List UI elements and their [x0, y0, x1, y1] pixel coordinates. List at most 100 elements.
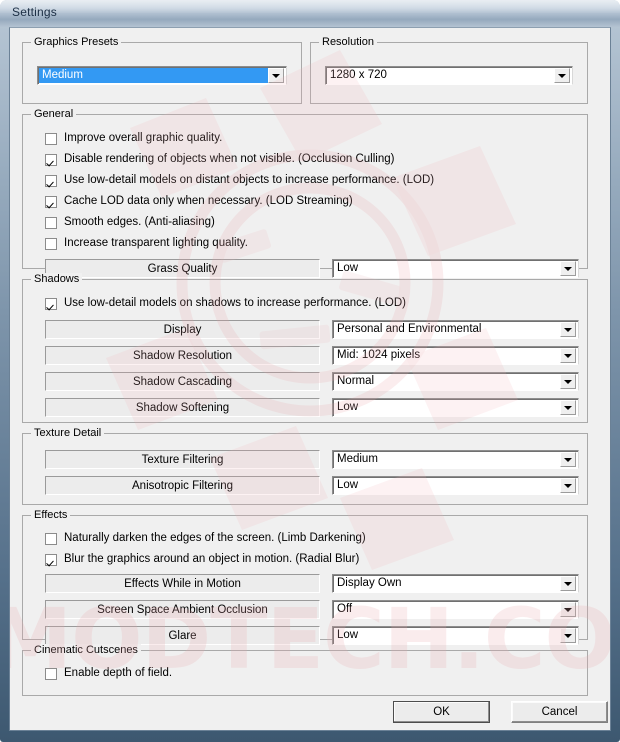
group-title-texture-detail: Texture Detail — [31, 427, 105, 439]
checkbox-shadow-lod[interactable] — [45, 297, 57, 310]
shadow-softening-value: Low — [337, 401, 359, 413]
checkbox-label: Improve overall graphic quality. — [64, 132, 223, 144]
grass-quality-combo[interactable]: Low — [332, 259, 579, 278]
shadow-display-combo[interactable]: Personal and Environmental — [332, 320, 579, 339]
option-label-glare: Glare — [45, 626, 320, 645]
shadow-cascading-combo[interactable]: Normal — [332, 372, 579, 391]
checkbox-label: Naturally darken the edges of the screen… — [64, 532, 366, 544]
chevron-down-icon[interactable] — [560, 348, 576, 363]
texture-filtering-value: Medium — [337, 453, 378, 465]
checkbox-label: Increase transparent lighting quality. — [64, 237, 248, 249]
resolution-combo[interactable]: 1280 x 720 — [325, 66, 573, 85]
shadow-softening-combo[interactable]: Low — [332, 398, 579, 417]
chevron-down-icon[interactable] — [560, 374, 576, 389]
resolution-value: 1280 x 720 — [330, 69, 387, 81]
shadow-display-value: Personal and Environmental — [337, 323, 482, 335]
group-cinematic-cutscenes: Cinematic Cutscenes Enable depth of fiel… — [22, 644, 588, 696]
option-label-shadow-resolution: Shadow Resolution — [45, 346, 320, 365]
anisotropic-filtering-combo[interactable]: Low — [332, 476, 579, 495]
checkbox-label: Enable depth of field. — [64, 667, 173, 679]
texture-filtering-combo[interactable]: Medium — [332, 450, 579, 469]
checkbox-label: Use low-detail models on shadows to incr… — [64, 297, 406, 309]
checkbox-row-transparent-lighting[interactable]: Increase transparent lighting quality. — [45, 236, 248, 251]
window-title: Settings — [12, 5, 57, 19]
group-title-general: General — [31, 108, 77, 120]
glare-combo[interactable]: Low — [332, 626, 579, 645]
checkbox-depth-of-field[interactable] — [45, 667, 57, 680]
option-row-shadow-softening: Shadow Softening Low — [45, 398, 579, 417]
group-general: General Improve overall graphic quality.… — [22, 108, 588, 278]
chevron-down-icon[interactable] — [560, 322, 576, 337]
option-label-ssao: Screen Space Ambient Occlusion — [45, 600, 320, 619]
chevron-down-icon[interactable] — [560, 628, 576, 643]
effects-while-in-motion-combo[interactable]: Display Own — [332, 574, 579, 593]
checkbox-row-anti-aliasing[interactable]: Smooth edges. (Anti-aliasing) — [45, 215, 215, 230]
option-row-grass-quality: Grass Quality Low — [45, 259, 579, 278]
checkbox-row-lod-streaming[interactable]: Cache LOD data only when necessary. (LOD… — [45, 194, 353, 209]
checkbox-label: Disable rendering of objects when not vi… — [64, 153, 395, 165]
group-title-effects: Effects — [31, 509, 71, 521]
effects-while-in-motion-value: Display Own — [337, 577, 402, 589]
checkbox-row-shadow-lod[interactable]: Use low-detail models on shadows to incr… — [45, 296, 406, 311]
checkbox-label: Use low-detail models on distant objects… — [64, 174, 435, 186]
option-label-shadow-cascading: Shadow Cascading — [45, 372, 320, 391]
ssao-value: Off — [337, 603, 353, 615]
cancel-button[interactable]: Cancel — [511, 701, 608, 723]
chevron-down-icon[interactable] — [560, 478, 576, 493]
checkbox-occlusion-culling[interactable] — [45, 153, 57, 166]
option-row-display: Display Personal and Environmental — [45, 320, 579, 339]
checkbox-row-lod[interactable]: Use low-detail models on distant objects… — [45, 173, 434, 188]
option-label-shadow-softening: Shadow Softening — [45, 398, 320, 417]
option-label-anisotropic-filtering: Anisotropic Filtering — [45, 476, 320, 495]
group-texture-detail: Texture Detail Texture Filtering Medium … — [22, 427, 588, 505]
group-graphics-presets: Graphics Presets Medium — [22, 36, 302, 104]
checkbox-label: Blur the graphics around an object in mo… — [64, 553, 360, 565]
checkbox-transparent-lighting[interactable] — [45, 237, 57, 250]
checkbox-row-depth-of-field[interactable]: Enable depth of field. — [45, 666, 172, 681]
ok-button[interactable]: OK — [393, 701, 490, 723]
chevron-down-icon[interactable] — [268, 68, 284, 83]
option-label-texture-filtering: Texture Filtering — [45, 450, 320, 469]
dialog-client-area: Graphics Presets Medium Resolution 1280 … — [9, 27, 611, 731]
group-shadows: Shadows Use low-detail models on shadows… — [22, 273, 588, 423]
group-title-shadows: Shadows — [31, 273, 83, 285]
option-row-effects-while-in-motion: Effects While in Motion Display Own — [45, 574, 579, 593]
option-row-anisotropic-filtering: Anisotropic Filtering Low — [45, 476, 579, 495]
checkbox-radial-blur[interactable] — [45, 553, 57, 566]
chevron-down-icon[interactable] — [560, 602, 576, 617]
checkbox-row-occlusion-culling[interactable]: Disable rendering of objects when not vi… — [45, 152, 394, 167]
anisotropic-filtering-value: Low — [337, 479, 359, 491]
chevron-down-icon[interactable] — [560, 576, 576, 591]
shadow-resolution-combo[interactable]: Mid: 1024 pixels — [332, 346, 579, 365]
group-title-graphics-presets: Graphics Presets — [31, 36, 122, 48]
checkbox-limb-darkening[interactable] — [45, 532, 57, 545]
checkbox-lod-streaming[interactable] — [45, 195, 57, 208]
group-title-cinematic-cutscenes: Cinematic Cutscenes — [31, 644, 141, 656]
checkbox-improve-quality[interactable] — [45, 132, 57, 145]
option-row-shadow-cascading: Shadow Cascading Normal — [45, 372, 579, 391]
option-label-display: Display — [45, 320, 320, 339]
checkbox-lod[interactable] — [45, 174, 57, 187]
group-title-resolution: Resolution — [319, 36, 377, 48]
graphics-preset-combo[interactable]: Medium — [37, 66, 287, 85]
graphics-preset-value: Medium — [39, 68, 268, 83]
shadow-cascading-value: Normal — [337, 375, 375, 387]
checkbox-row-improve-quality[interactable]: Improve overall graphic quality. — [45, 131, 222, 146]
checkbox-row-radial-blur[interactable]: Blur the graphics around an object in mo… — [45, 552, 359, 567]
checkbox-anti-aliasing[interactable] — [45, 216, 57, 229]
option-label-effects-while-in-motion: Effects While in Motion — [45, 574, 320, 593]
chevron-down-icon[interactable] — [560, 261, 576, 276]
chevron-down-icon[interactable] — [554, 68, 570, 83]
shadow-resolution-value: Mid: 1024 pixels — [337, 349, 421, 361]
checkbox-row-limb-darkening[interactable]: Naturally darken the edges of the screen… — [45, 531, 366, 546]
settings-window: Settings Graphics Presets Medium Resolut… — [0, 0, 620, 742]
ssao-combo[interactable]: Off — [332, 600, 579, 619]
settings-content: Graphics Presets Medium Resolution 1280 … — [10, 28, 610, 730]
checkbox-label: Smooth edges. (Anti-aliasing) — [64, 216, 215, 228]
glare-value: Low — [337, 629, 359, 641]
grass-quality-value: Low — [337, 262, 359, 274]
option-row-ssao: Screen Space Ambient Occlusion Off — [45, 600, 579, 619]
group-effects: Effects Naturally darken the edges of th… — [22, 509, 588, 645]
chevron-down-icon[interactable] — [560, 452, 576, 467]
chevron-down-icon[interactable] — [560, 400, 576, 415]
